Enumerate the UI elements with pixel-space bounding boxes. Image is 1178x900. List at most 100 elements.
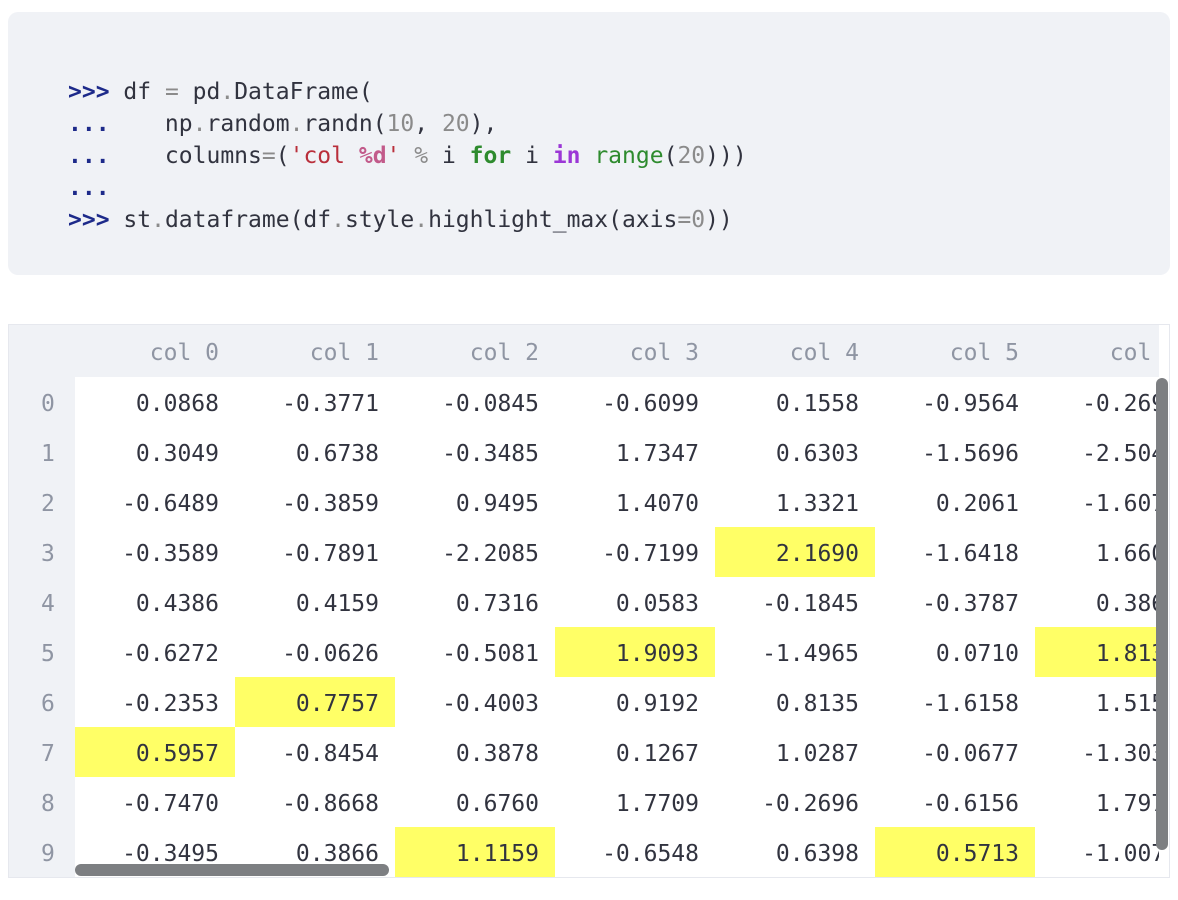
table-cell[interactable]: 0.3878 — [395, 727, 555, 777]
code-number: 20 — [441, 111, 470, 137]
table-cell[interactable]: -1.0070 — [1035, 827, 1159, 877]
table-cell[interactable]: 0.6760 — [395, 777, 555, 827]
table-cell[interactable]: -0.8668 — [235, 777, 395, 827]
table-cell[interactable]: 0.4159 — [235, 577, 395, 627]
table-cell[interactable]: 1.7347 — [555, 427, 715, 477]
table-cell[interactable]: -0.3859 — [235, 477, 395, 527]
code-line-1: >>> df = pd.DataFrame( — [68, 76, 747, 108]
table-cell[interactable]: -1.6070 — [1035, 477, 1159, 527]
highlighted-cell[interactable]: 1.1159 — [395, 827, 555, 877]
highlighted-cell[interactable]: 2.1690 — [715, 527, 875, 577]
table-cell[interactable]: -0.8454 — [235, 727, 395, 777]
table-cell[interactable]: -0.6156 — [875, 777, 1035, 827]
code-token: . — [331, 207, 345, 233]
code-string: ' — [386, 143, 401, 169]
table-cell[interactable]: 1.7970 — [1035, 777, 1159, 827]
table-cell[interactable]: -0.6548 — [555, 827, 715, 877]
column-header[interactable]: col 1 — [235, 325, 395, 375]
code-token: . — [414, 207, 429, 233]
table-cell[interactable]: -0.9564 — [875, 377, 1035, 427]
code-token: . — [289, 111, 304, 137]
table-cell[interactable]: -0.3589 — [75, 527, 235, 577]
code-token: style — [344, 207, 415, 233]
dataframe-table[interactable]: col 0col 1col 2col 3col 4col 5col 6 0 1 2 3 4… — [8, 324, 1170, 878]
code-token: randn( — [303, 111, 387, 137]
table-cell[interactable]: 0.8135 — [715, 677, 875, 727]
table-cell[interactable]: 1.5150 — [1035, 677, 1159, 727]
highlighted-cell[interactable]: 1.8130 — [1035, 627, 1159, 677]
column-header[interactable]: col 0 — [75, 325, 235, 375]
table-cell[interactable]: 1.0287 — [715, 727, 875, 777]
highlighted-cell[interactable]: 0.5957 — [75, 727, 235, 777]
table-cell[interactable]: 0.3049 — [75, 427, 235, 477]
table-cell[interactable]: -0.6272 — [75, 627, 235, 677]
table-cell[interactable]: -0.5081 — [395, 627, 555, 677]
table-cell[interactable]: 0.1267 — [555, 727, 715, 777]
table-cell[interactable]: -0.2353 — [75, 677, 235, 727]
table-cell[interactable]: 0.6398 — [715, 827, 875, 877]
table-cell[interactable]: 0.0868 — [75, 377, 235, 427]
code-token: . — [220, 79, 235, 105]
table-cell[interactable]: -0.7891 — [235, 527, 395, 577]
prompt: ... — [68, 111, 110, 137]
table-cell[interactable]: -0.7199 — [555, 527, 715, 577]
table-cell[interactable]: -0.0626 — [235, 627, 395, 677]
table-cell[interactable]: 1.3321 — [715, 477, 875, 527]
code-token: ), — [469, 111, 498, 137]
column-header[interactable]: col 3 — [555, 325, 715, 375]
column-header[interactable]: col 4 — [715, 325, 875, 375]
code-token: )) — [705, 207, 733, 233]
table-cell[interactable]: -1.5696 — [875, 427, 1035, 477]
table-cell[interactable]: 0.0710 — [875, 627, 1035, 677]
table-cell[interactable]: -2.2085 — [395, 527, 555, 577]
table-cell[interactable]: -1.3030 — [1035, 727, 1159, 777]
table-cell[interactable]: -0.3485 — [395, 427, 555, 477]
table-cell[interactable]: 0.6738 — [235, 427, 395, 477]
table-cell[interactable]: 1.4070 — [555, 477, 715, 527]
table-cell[interactable]: -0.6099 — [555, 377, 715, 427]
table-cell[interactable]: 0.1558 — [715, 377, 875, 427]
table-cell[interactable]: 0.9495 — [395, 477, 555, 527]
highlighted-cell[interactable]: 0.5713 — [875, 827, 1035, 877]
highlighted-cell[interactable]: 1.9093 — [555, 627, 715, 677]
table-cell[interactable]: -1.6158 — [875, 677, 1035, 727]
table-cell[interactable]: -1.4965 — [715, 627, 875, 677]
vertical-scrollbar[interactable] — [1156, 378, 1168, 850]
horizontal-scrollbar[interactable] — [75, 864, 389, 876]
table-cell[interactable]: 1.6600 — [1035, 527, 1159, 577]
code-token: . — [151, 207, 165, 233]
code-token: ( — [275, 143, 290, 169]
table-cell[interactable]: -0.3787 — [875, 577, 1035, 627]
table-cell[interactable]: -0.1845 — [715, 577, 875, 627]
table-cell[interactable]: 0.0583 — [555, 577, 715, 627]
table-cell[interactable]: -0.0845 — [395, 377, 555, 427]
code-string: 'col — [289, 143, 359, 169]
table-cell[interactable]: -0.3771 — [235, 377, 395, 427]
table-cell[interactable]: -1.6418 — [875, 527, 1035, 577]
table-cell[interactable]: -2.5045 — [1035, 427, 1159, 477]
table-cell[interactable]: -0.6489 — [75, 477, 235, 527]
table-cell[interactable]: -0.2696 — [1035, 377, 1159, 427]
code-format: %d — [358, 143, 387, 169]
table-cell[interactable]: 0.4386 — [75, 577, 235, 627]
table-cell[interactable]: 1.7709 — [555, 777, 715, 827]
table-cell[interactable]: -0.2696 — [715, 777, 875, 827]
code-lines: >>> df = pd.DataFrame( ... np.random.ran… — [68, 76, 747, 236]
table-cell[interactable]: -0.7470 — [75, 777, 235, 827]
table-cell[interactable]: 0.6303 — [715, 427, 875, 477]
table-cell[interactable]: 0.3866 — [1035, 577, 1159, 627]
highlighted-cell[interactable]: 0.7757 — [235, 677, 395, 727]
table-cell[interactable]: 0.7316 — [395, 577, 555, 627]
column-header[interactable]: col 5 — [875, 325, 1035, 375]
prompt: ... — [68, 175, 110, 201]
table-cell[interactable]: -0.4003 — [395, 677, 555, 727]
column-header[interactable]: col 2 — [395, 325, 555, 375]
column-header[interactable]: col 6 — [1035, 325, 1159, 375]
table-cell[interactable]: 0.2061 — [875, 477, 1035, 527]
table-cell[interactable]: 0.9192 — [555, 677, 715, 727]
code-token: DataFrame( — [234, 79, 373, 105]
code-line-4: ... — [68, 172, 747, 204]
row-index: 4 — [41, 591, 55, 617]
dataframe-viewport[interactable]: col 0col 1col 2col 3col 4col 5col 6 0 1 2 3 4… — [9, 325, 1159, 877]
table-cell[interactable]: -0.0677 — [875, 727, 1035, 777]
